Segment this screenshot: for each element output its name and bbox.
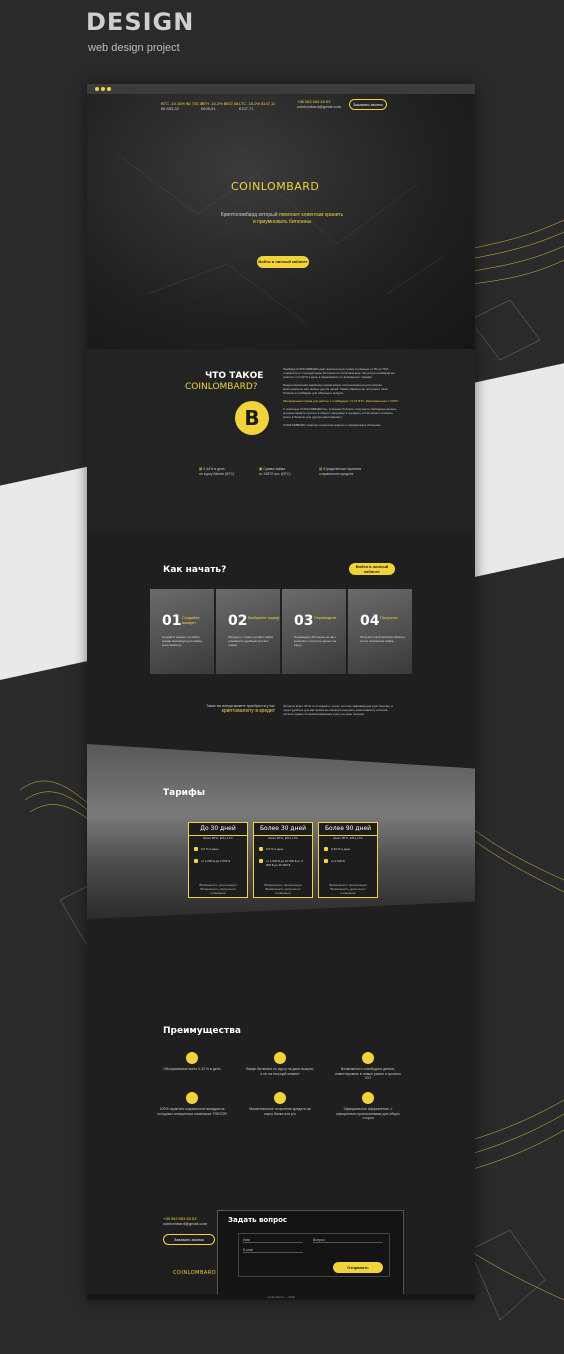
step-text: Получите свой биткоин обратно после пога…: [360, 635, 405, 643]
coins-icon: [194, 859, 198, 863]
tariff-name: Более 30 дней: [254, 823, 312, 836]
advantage-item: Моментальное получение кредита на карту …: [245, 1092, 315, 1116]
about-title-line2: COINLOMBARD?: [185, 382, 258, 392]
coin-icon: [186, 1052, 198, 1064]
coins-icon: [259, 859, 263, 863]
percent-icon: [194, 847, 198, 851]
hero-login-button[interactable]: Войти в личный кабинет: [257, 256, 309, 268]
footer-contacts: +38 063 063 63 63 coinlombard@gmail.com: [163, 1216, 208, 1226]
bitcoin-coin-icon: B: [235, 401, 269, 435]
step-label: Получите: [380, 615, 398, 620]
lock-icon: [186, 1092, 198, 1104]
step-number: 03: [294, 613, 314, 629]
presentation-subtitle: web design project: [88, 42, 180, 54]
advantage-item: Обслуживание всего 0,33 % в день: [157, 1052, 227, 1072]
hand-coin-icon: [274, 1052, 286, 1064]
step-number: 01: [162, 613, 182, 629]
step-card-2: 02 Выберите тариф Обсудите с нами услови…: [216, 589, 280, 674]
advantage-item: Выкуп биткоина по курсу на день выкупа, …: [245, 1052, 315, 1076]
rate-eth: ETH -10.2% $637,68 €608,01: [201, 101, 239, 111]
submit-button[interactable]: Отправить: [333, 1262, 383, 1273]
hero-tagline: Криптоломбард который помогает клиентам …: [220, 212, 344, 225]
howto-section: Как начать? Войти в личный кабинет: [87, 529, 475, 744]
tariff-note: Возможность пролонгации Возможность доср…: [199, 883, 237, 895]
tariff-card-30-plus[interactable]: Более 30 дней Залог BTC, ETH, LTC 0,5 % …: [253, 822, 313, 898]
tariff-rate: 0,5 % в день: [266, 847, 284, 851]
header-contacts: +38 063 063 63 63 coinlombard@gmail.com: [297, 99, 342, 109]
rate-btc: BTC -10.16% $6 730,70 €6 553,32: [161, 101, 204, 111]
footer-logo: COINLOMBARD: [173, 1270, 217, 1276]
form-fields: Имя Вопрос E-mail Отправить: [238, 1233, 390, 1277]
tariffs-title: Тарифы: [163, 788, 206, 798]
stat-loan: ▣ Сумма займа от 29870 грн. (BTC): [259, 467, 291, 476]
tariff-note: Возможность пролонгации Возможность доср…: [329, 883, 367, 895]
document-icon: [362, 1092, 374, 1104]
step-text: Создайте аккаунт на сайте, указав желаем…: [162, 635, 202, 647]
hero-logo: COINLOMBARD: [231, 180, 320, 193]
about-text: Ломбард COINLOMBARD даёт аналогичную сум…: [283, 367, 399, 427]
advantage-item: Возможность освободить деньги, инвестиро…: [333, 1052, 403, 1081]
copyright: coinlombard — 2018: [267, 1295, 295, 1299]
percent-icon: [324, 847, 328, 851]
name-field[interactable]: Имя: [243, 1238, 303, 1243]
step-card-3: 03 Переведите Переведите биткоины на наш…: [282, 589, 346, 674]
step-label: Выберите тариф: [248, 615, 280, 620]
tariff-name: До 30 дней: [189, 823, 247, 836]
tariff-card-90-plus[interactable]: Более 90 дней Залог BTC, ETH, LTC 0,33 %…: [318, 822, 378, 898]
step-label: Создайте аккаунт: [182, 615, 200, 625]
tariff-range: от 1 000 $ до 10 000 $ от 2 000 $ до 20 …: [266, 859, 303, 867]
card-icon: [274, 1092, 286, 1104]
website-mockup: BTC -10.16% $6 730,70 €6 553,32 ETH -10.2…: [87, 84, 475, 1300]
tariff-note: Возможность пролонгации Возможность доср…: [264, 883, 302, 895]
credit-offer: Также вы всегда можете приобрести у нас к…: [206, 704, 275, 714]
form-title: Задать вопрос: [228, 1216, 288, 1224]
howto-login-button[interactable]: Войти в личный кабинет: [349, 563, 395, 575]
step-number: 02: [228, 613, 248, 629]
percent-icon: [259, 847, 263, 851]
question-field[interactable]: Вопрос: [313, 1238, 383, 1243]
browser-bar: [87, 84, 475, 94]
tariff-rate: 0,33 % в день: [331, 847, 351, 851]
tariff-collateral: Залог BTC, ETH, LTC: [333, 836, 363, 840]
hero-section: BTC -10.16% $6 730,70 €6 553,32 ETH -10.2…: [87, 94, 475, 349]
about-section: ЧТО ТАКОЕ COINLOMBARD? B Ломбард COINLOM…: [87, 349, 475, 529]
advantage-item: 100% гарантия сохранности вкладов на хол…: [157, 1092, 227, 1116]
step-number: 04: [360, 613, 380, 629]
stat-guarantee: ▥ Юридическая гарантия сохранности средст…: [319, 467, 362, 476]
step-label: Переведите: [314, 615, 337, 620]
question-form: Задать вопрос Имя Вопрос E-mail Отправит…: [217, 1210, 404, 1296]
window-dot-icon: [101, 87, 105, 91]
footer-call-button[interactable]: Заказать звонок: [163, 1234, 215, 1245]
tariff-card-30[interactable]: До 30 дней Залог BTC, ETH, LTC 0,5 % в д…: [188, 822, 248, 898]
tariff-range: от 2 000 $: [331, 859, 345, 863]
money-icon: [362, 1052, 374, 1064]
coins-icon: [324, 859, 328, 863]
step-card-1: 01 Создайте аккаунт Создайте аккаунт на …: [150, 589, 214, 674]
presentation-title: DESIGN: [86, 8, 195, 36]
step-text: Переведите биткоины на наш кошелёк и пол…: [294, 635, 337, 647]
email-field[interactable]: E-mail: [243, 1248, 303, 1253]
tariff-name: Более 90 дней: [319, 823, 377, 836]
about-title-line1: ЧТО ТАКОЕ: [205, 371, 264, 381]
tariff-collateral: Залог BTC, ETH, LTC: [268, 836, 298, 840]
advantages-title: Преимущества: [163, 1026, 241, 1036]
credit-description: Оплатив всего 30 % от стоимости, после ч…: [283, 704, 393, 716]
window-dot-icon: [95, 87, 99, 91]
step-text: Обсудите с нами условия займа и выберите…: [228, 635, 274, 647]
window-dot-icon: [107, 87, 111, 91]
tariff-range: от 1 000 $ до 2 000 $: [201, 859, 230, 863]
howto-title: Как начать?: [163, 565, 227, 575]
step-card-4: 04 Получите Получите свой биткоин обратн…: [348, 589, 412, 674]
tariff-collateral: Залог BTC, ETH, LTC: [203, 836, 233, 840]
stat-rate: ▤ 0,44% в день по курсу Bitcoin (BTC): [199, 467, 235, 476]
advantage-item: Официальное оформление, с официально про…: [333, 1092, 403, 1121]
rate-ltc: LTC -10.2% $147,11 €107,71: [239, 101, 276, 111]
tariff-rate: 0,5 % в день: [201, 847, 219, 851]
call-request-button[interactable]: Заказать звонок: [349, 99, 387, 110]
site-footer: coinlombard — 2018: [87, 1294, 475, 1300]
